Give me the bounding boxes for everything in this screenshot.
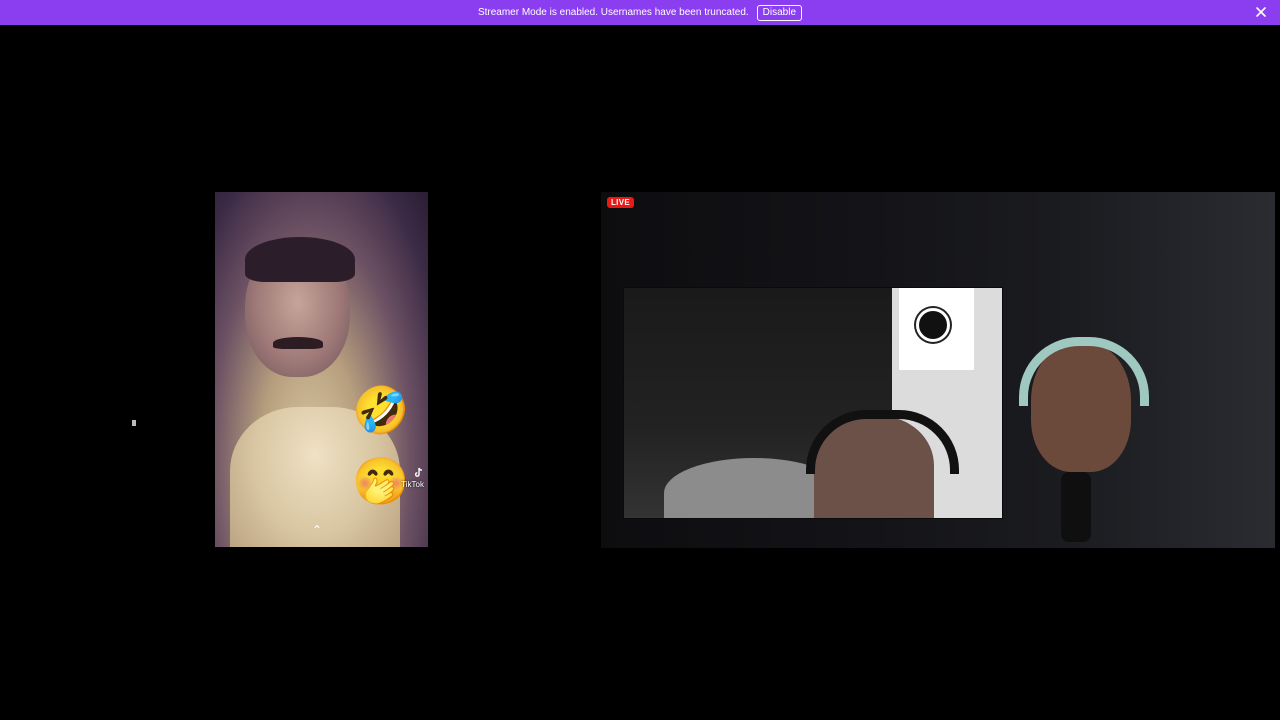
mouse-cursor-icon <box>132 420 136 426</box>
tiktok-watermark: TikTok <box>401 467 424 489</box>
tiktok-logo-icon <box>414 467 423 477</box>
video-stage[interactable]: 🤣 🤭 TikTok ⌃ LIVE <box>0 25 1280 720</box>
live-badge: LIVE <box>607 197 634 208</box>
live-stream-video[interactable] <box>601 192 1275 548</box>
clip-person-mustache <box>273 337 323 349</box>
clip-person-hair <box>245 237 355 282</box>
close-icon[interactable] <box>1254 5 1268 19</box>
streamer-mode-message: Streamer Mode is enabled. Usernames have… <box>477 7 749 18</box>
chevron-up-icon: ⌃ <box>312 523 323 537</box>
disable-streamer-mode-button[interactable]: Disable <box>756 4 803 21</box>
microphone-icon <box>1061 472 1091 542</box>
streamer-mode-banner: Streamer Mode is enabled. Usernames have… <box>0 0 1280 25</box>
tiktok-brand-label: TikTok <box>401 480 424 489</box>
guest-camera-inset <box>623 287 1003 519</box>
rofl-emoji-icon: 🤣 <box>352 384 410 436</box>
bullseye-icon <box>916 308 950 342</box>
shared-clip-video[interactable]: 🤣 🤭 TikTok ⌃ <box>215 192 428 547</box>
headphones-icon <box>1019 337 1149 406</box>
